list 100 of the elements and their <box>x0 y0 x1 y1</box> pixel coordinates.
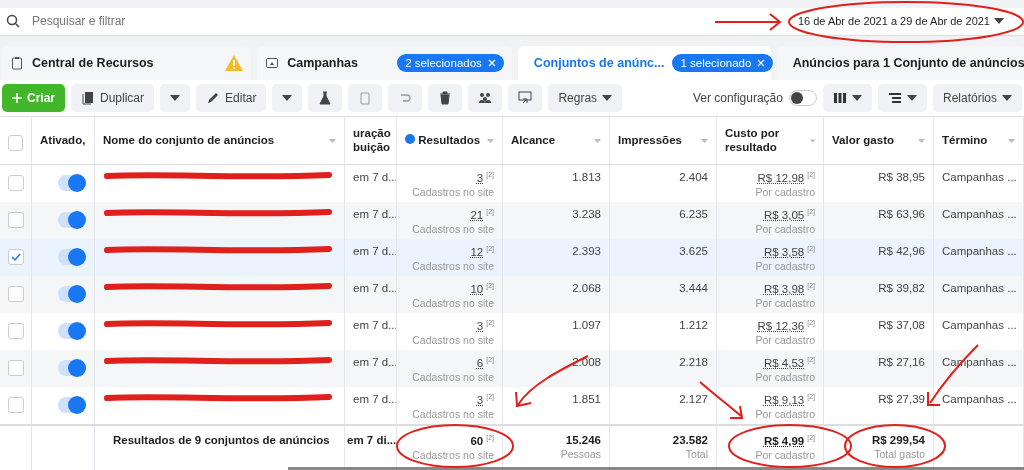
table-cell: Campanhas ... <box>942 208 1017 220</box>
caret-icon <box>282 95 293 101</box>
breakdown-button[interactable] <box>877 84 927 112</box>
column-title: uração buição <box>353 126 391 155</box>
table-cell: Campanhas ... <box>942 171 1017 183</box>
tab[interactable]: Anúncios para 1 Conjunto de anúncios <box>776 45 1024 80</box>
cell-caption: Cadastros no site <box>412 448 494 461</box>
tab-label: Conjuntos de anúnc... <box>533 55 665 70</box>
selection-badge[interactable]: 2 selecionados <box>397 53 504 72</box>
edit-button[interactable]: Editar <box>196 84 267 112</box>
columns-button[interactable] <box>822 84 872 112</box>
column-title: Ativado, <box>40 133 86 148</box>
dropdown-button[interactable] <box>160 84 191 112</box>
column-title: Nome do conjunto de anúncios <box>103 133 275 148</box>
table-cell: R$ 4,99 $^{[2]}$ <box>763 434 815 447</box>
toggle-switch[interactable] <box>58 249 84 265</box>
table-cell: R$ 4,53 $^{[2]}$ <box>763 356 815 369</box>
tab[interactable]: Central de Recursos <box>2 45 252 80</box>
table-cell: 1.212 <box>679 319 708 331</box>
checkbox[interactable] <box>8 360 24 376</box>
search-field[interactable]: Pesquisar e filtrar 16 de Abr de 2021 a 29 de Abr de 2021 <box>0 8 1024 36</box>
sort-icon <box>918 138 925 143</box>
toggle-switch[interactable] <box>58 175 84 191</box>
test-button[interactable] <box>308 84 343 112</box>
duplicate-button[interactable]: Duplicar <box>71 84 155 112</box>
toggle-switch[interactable] <box>58 212 84 228</box>
monitor-icon <box>518 91 533 105</box>
folder-icon <box>265 55 280 70</box>
caret-icon <box>994 18 1004 25</box>
cell-caption: Cadastros no site <box>412 296 494 309</box>
column-title: Resultados <box>405 133 481 148</box>
sort-icon <box>701 138 708 143</box>
tab[interactable]: Conjuntos de anúnc... 1 selecionado <box>517 45 771 80</box>
table-cell: R$ 3,05 $^{[2]}$ <box>763 208 815 221</box>
checkbox[interactable] <box>8 134 23 151</box>
table-cell: em 7 di... <box>347 434 396 446</box>
sort-icon <box>594 138 601 143</box>
caret-icon <box>602 95 613 101</box>
undo-button[interactable] <box>388 84 423 112</box>
reports-button[interactable]: Relatórios <box>932 84 1022 112</box>
table-cell: 1.851 <box>572 393 601 405</box>
table-cell: 2.393 <box>572 245 601 257</box>
dropdown-button[interactable] <box>272 84 303 112</box>
rules-button[interactable]: Regras <box>548 84 623 112</box>
caret-icon <box>1002 95 1012 101</box>
toggle-switch[interactable] <box>58 323 84 339</box>
cell-caption: Por cadastro <box>755 185 815 198</box>
table-cell: 15.246 <box>565 434 601 446</box>
checkbox[interactable] <box>8 397 24 413</box>
close-icon <box>757 58 766 67</box>
trash-icon <box>438 91 453 105</box>
table-cell: 12 $^{[2]}$ <box>470 245 494 258</box>
cell-caption: Cadastros no site <box>412 259 494 272</box>
compare-button[interactable] <box>508 84 543 112</box>
selection-badge[interactable]: 1 selecionado <box>672 53 774 72</box>
cell-caption: Total gasto <box>874 448 925 460</box>
table-cell: R$ 37,08 <box>878 319 925 331</box>
cell-caption: Total <box>685 448 708 460</box>
table-cell: em 7 d... <box>353 356 396 368</box>
table-cell: 2.068 <box>572 282 601 294</box>
delete-button[interactable] <box>428 84 463 112</box>
checkbox[interactable] <box>8 249 24 265</box>
table-cell: Campanhas ... <box>942 393 1017 405</box>
cell-caption: Por cadastro <box>755 296 815 309</box>
caret-icon <box>906 95 917 101</box>
checkbox[interactable] <box>8 286 24 302</box>
date-range-button[interactable]: 16 de Abr de 2021 a 29 de Abr de 2021 <box>793 15 1008 28</box>
table-cell: em 7 d... <box>353 319 396 331</box>
column-title: Valor gasto <box>832 133 894 148</box>
table-cell: R$ 3,98 $^{[2]}$ <box>763 282 815 295</box>
checkbox[interactable] <box>8 212 24 228</box>
sort-icon <box>1008 138 1015 143</box>
toggle-switch[interactable] <box>58 397 84 413</box>
table-cell: Campanhas ... <box>942 319 1017 331</box>
close-icon <box>487 58 496 67</box>
annotation-arrow <box>714 13 782 31</box>
tab-label: Campanhas <box>287 55 359 70</box>
checkbox[interactable] <box>8 175 24 191</box>
table-cell: R$ 3,58 $^{[2]}$ <box>763 245 815 258</box>
table-cell: 60 $^{[2]}$ <box>470 434 494 447</box>
info-icon <box>405 133 415 144</box>
toggle-switch[interactable] <box>58 286 84 302</box>
cell-caption: Cadastros no site <box>412 333 494 346</box>
scrollbar[interactable] <box>288 467 1024 470</box>
cell-caption: Por cadastro <box>755 407 815 420</box>
table-cell: 6 $^{[2]}$ <box>476 356 494 369</box>
undo-icon <box>398 91 413 105</box>
cell-caption: Por cadastro <box>755 259 815 272</box>
column-title: Término <box>942 133 988 148</box>
checkbox[interactable] <box>8 323 24 339</box>
clipboard-button[interactable] <box>348 84 383 112</box>
cell-caption: Cadastros no site <box>412 407 494 420</box>
view-setting-toggle[interactable] <box>788 90 817 106</box>
table-cell: R$ 12,36 $^{[2]}$ <box>757 319 815 332</box>
table-cell: Campanhas ... <box>942 282 1017 294</box>
audience-button[interactable] <box>468 84 503 112</box>
tab[interactable]: Campanhas 2 selecionados <box>257 45 512 80</box>
toggle-switch[interactable] <box>58 360 84 376</box>
cell-caption: Por cadastro <box>755 222 815 235</box>
table-cell: R$ 27,16 <box>878 356 925 368</box>
